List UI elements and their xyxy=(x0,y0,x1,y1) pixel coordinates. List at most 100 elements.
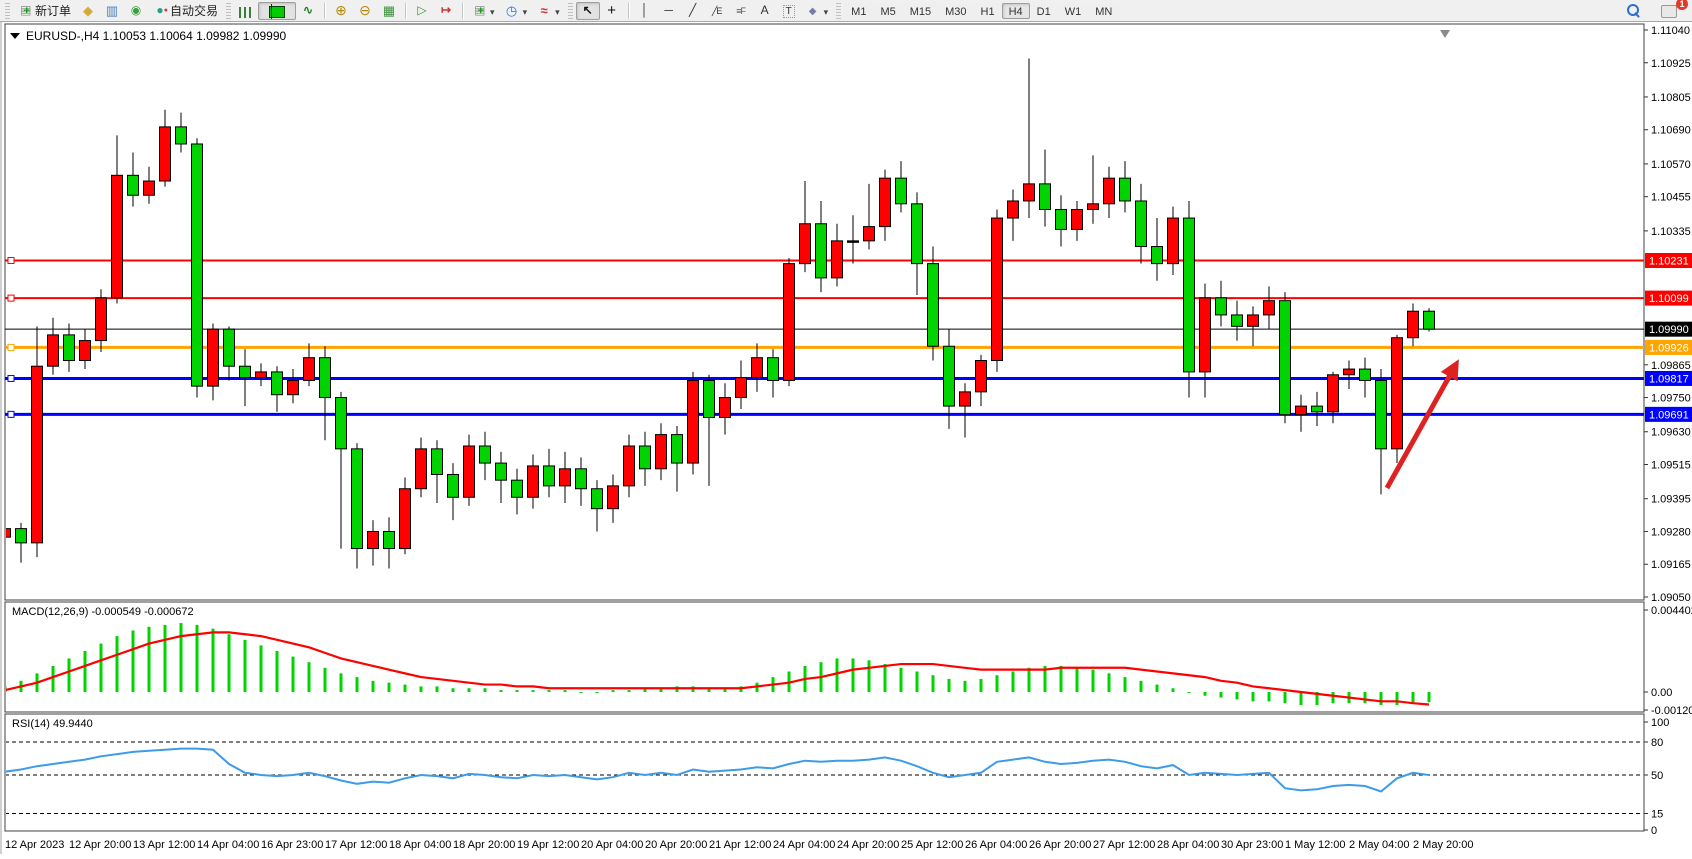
candle-body xyxy=(48,335,59,366)
candle-body xyxy=(1248,315,1259,326)
macd-bar xyxy=(292,657,295,692)
bar-chart-button[interactable] xyxy=(234,2,258,20)
macd-bar xyxy=(1284,692,1287,703)
tile-windows-button[interactable] xyxy=(377,2,401,20)
candle-body xyxy=(448,474,459,497)
trendline-tool-button[interactable] xyxy=(681,2,705,20)
price-label-1.09926: 1.09926 xyxy=(1645,340,1692,355)
rsi-tick-label: 50 xyxy=(1651,770,1663,782)
rsi-tick-label: 100 xyxy=(1651,717,1669,729)
cursor-tool-button[interactable] xyxy=(576,2,600,20)
candle-body xyxy=(1024,184,1035,201)
toolbar-separator xyxy=(405,3,406,19)
crosshair-tool-button[interactable] xyxy=(600,2,624,20)
chart-window[interactable]: 1.110401.109251.108051.106901.105701.104… xyxy=(0,22,1692,854)
hline-anchor[interactable] xyxy=(8,344,14,350)
navigator-button[interactable] xyxy=(124,2,148,20)
vertical-line-tool-button[interactable] xyxy=(633,2,657,20)
hline-anchor[interactable] xyxy=(8,375,14,381)
time-axis-label: 21 Apr 12:00 xyxy=(709,839,771,851)
indicators-button[interactable] xyxy=(532,2,565,20)
macd-bar xyxy=(980,679,983,692)
time-axis-label: 24 Apr 04:00 xyxy=(773,839,835,851)
candle-body xyxy=(864,227,875,241)
macd-bar xyxy=(1156,685,1159,692)
candle-body xyxy=(752,358,763,378)
search-button[interactable] xyxy=(1621,2,1646,20)
candle-body xyxy=(688,380,699,463)
timeframe-M5-button[interactable]: M5 xyxy=(873,3,902,19)
candle-body xyxy=(720,398,731,418)
candle-body xyxy=(256,372,267,378)
candle-body xyxy=(1040,184,1051,210)
market-watch-button[interactable] xyxy=(76,2,100,20)
chart-svg: 1.110401.109251.108051.106901.105701.104… xyxy=(2,22,1692,854)
macd-bar xyxy=(916,672,919,692)
chart-shift-button[interactable] xyxy=(434,2,458,20)
rsi-tick-label: 0 xyxy=(1651,825,1657,837)
timeframe-MN-button[interactable]: MN xyxy=(1088,3,1119,19)
new-order-label: 新订单 xyxy=(35,2,71,19)
timeframe-H1-button[interactable]: H1 xyxy=(974,3,1002,19)
price-label-1.10231: 1.10231 xyxy=(1645,253,1692,268)
text-tool-button[interactable] xyxy=(753,2,777,20)
candle-body xyxy=(912,204,923,264)
auto-scroll-button[interactable] xyxy=(410,2,434,20)
timeframe-W1-button[interactable]: W1 xyxy=(1058,3,1089,19)
shapes-tool-button[interactable] xyxy=(801,2,834,20)
macd-bar xyxy=(900,668,903,692)
timeframe-M1-button[interactable]: M1 xyxy=(844,3,873,19)
timeframe-bar: M1M5M15M30H1H4D1W1MN xyxy=(844,3,1119,19)
time-axis-label: 17 Apr 12:00 xyxy=(325,839,387,851)
zoom-in-button[interactable] xyxy=(329,2,353,20)
macd-bar xyxy=(116,636,119,692)
navigator-icon xyxy=(129,3,143,19)
candle-body xyxy=(240,366,251,377)
new-order-button[interactable]: 新订单 xyxy=(13,2,76,20)
hline-anchor[interactable] xyxy=(8,295,14,301)
text-icon xyxy=(758,3,772,19)
candlestick-chart-button[interactable] xyxy=(258,2,296,20)
data-window-button[interactable] xyxy=(100,2,124,20)
fibonacci-tool-button[interactable] xyxy=(729,2,753,20)
channel-tool-button[interactable] xyxy=(705,2,729,20)
autotrading-button[interactable]: 自动交易 xyxy=(148,2,223,20)
period-button[interactable] xyxy=(500,2,533,20)
new-template-button[interactable] xyxy=(467,2,500,20)
price-label-1.09691-text: 1.09691 xyxy=(1649,409,1689,421)
candle-body xyxy=(960,392,971,406)
dropdown-arrow-icon xyxy=(522,4,528,18)
price-label-1.10231-text: 1.10231 xyxy=(1649,256,1689,268)
channel-icon xyxy=(710,3,724,19)
macd-bar xyxy=(52,666,55,692)
timeframe-M15-button[interactable]: M15 xyxy=(903,3,938,19)
candle-body xyxy=(560,469,571,486)
candle-body xyxy=(1264,301,1275,315)
macd-bar xyxy=(212,629,215,692)
macd-bar xyxy=(1220,692,1223,698)
candle-body xyxy=(224,329,235,366)
macd-bar xyxy=(404,685,407,692)
timeframe-D1-button[interactable]: D1 xyxy=(1030,3,1058,19)
macd-bar xyxy=(532,690,535,692)
candle-body xyxy=(656,435,667,469)
fibonacci-icon xyxy=(734,3,748,19)
candle-body xyxy=(112,175,123,298)
horizontal-line-tool-button[interactable] xyxy=(657,2,681,20)
macd-bar xyxy=(1252,692,1255,701)
price-label-1.09691: 1.09691 xyxy=(1645,407,1692,422)
timeframe-H4-button[interactable]: H4 xyxy=(1002,3,1030,19)
zoom-out-button[interactable] xyxy=(353,2,377,20)
macd-bar xyxy=(500,690,503,692)
macd-bar xyxy=(1172,688,1175,692)
price-tick-label: 1.09050 xyxy=(1651,592,1691,604)
main-chart-panel[interactable] xyxy=(5,24,1644,600)
line-chart-button[interactable] xyxy=(296,2,320,20)
text-label-tool-button[interactable] xyxy=(777,2,801,20)
hline-anchor[interactable] xyxy=(8,258,14,264)
hline-anchor[interactable] xyxy=(8,411,14,417)
macd-bar xyxy=(1332,692,1335,703)
candle-body xyxy=(1408,311,1419,337)
timeframe-M30-button[interactable]: M30 xyxy=(938,3,973,19)
notifications-button[interactable]: 1 xyxy=(1656,2,1682,20)
